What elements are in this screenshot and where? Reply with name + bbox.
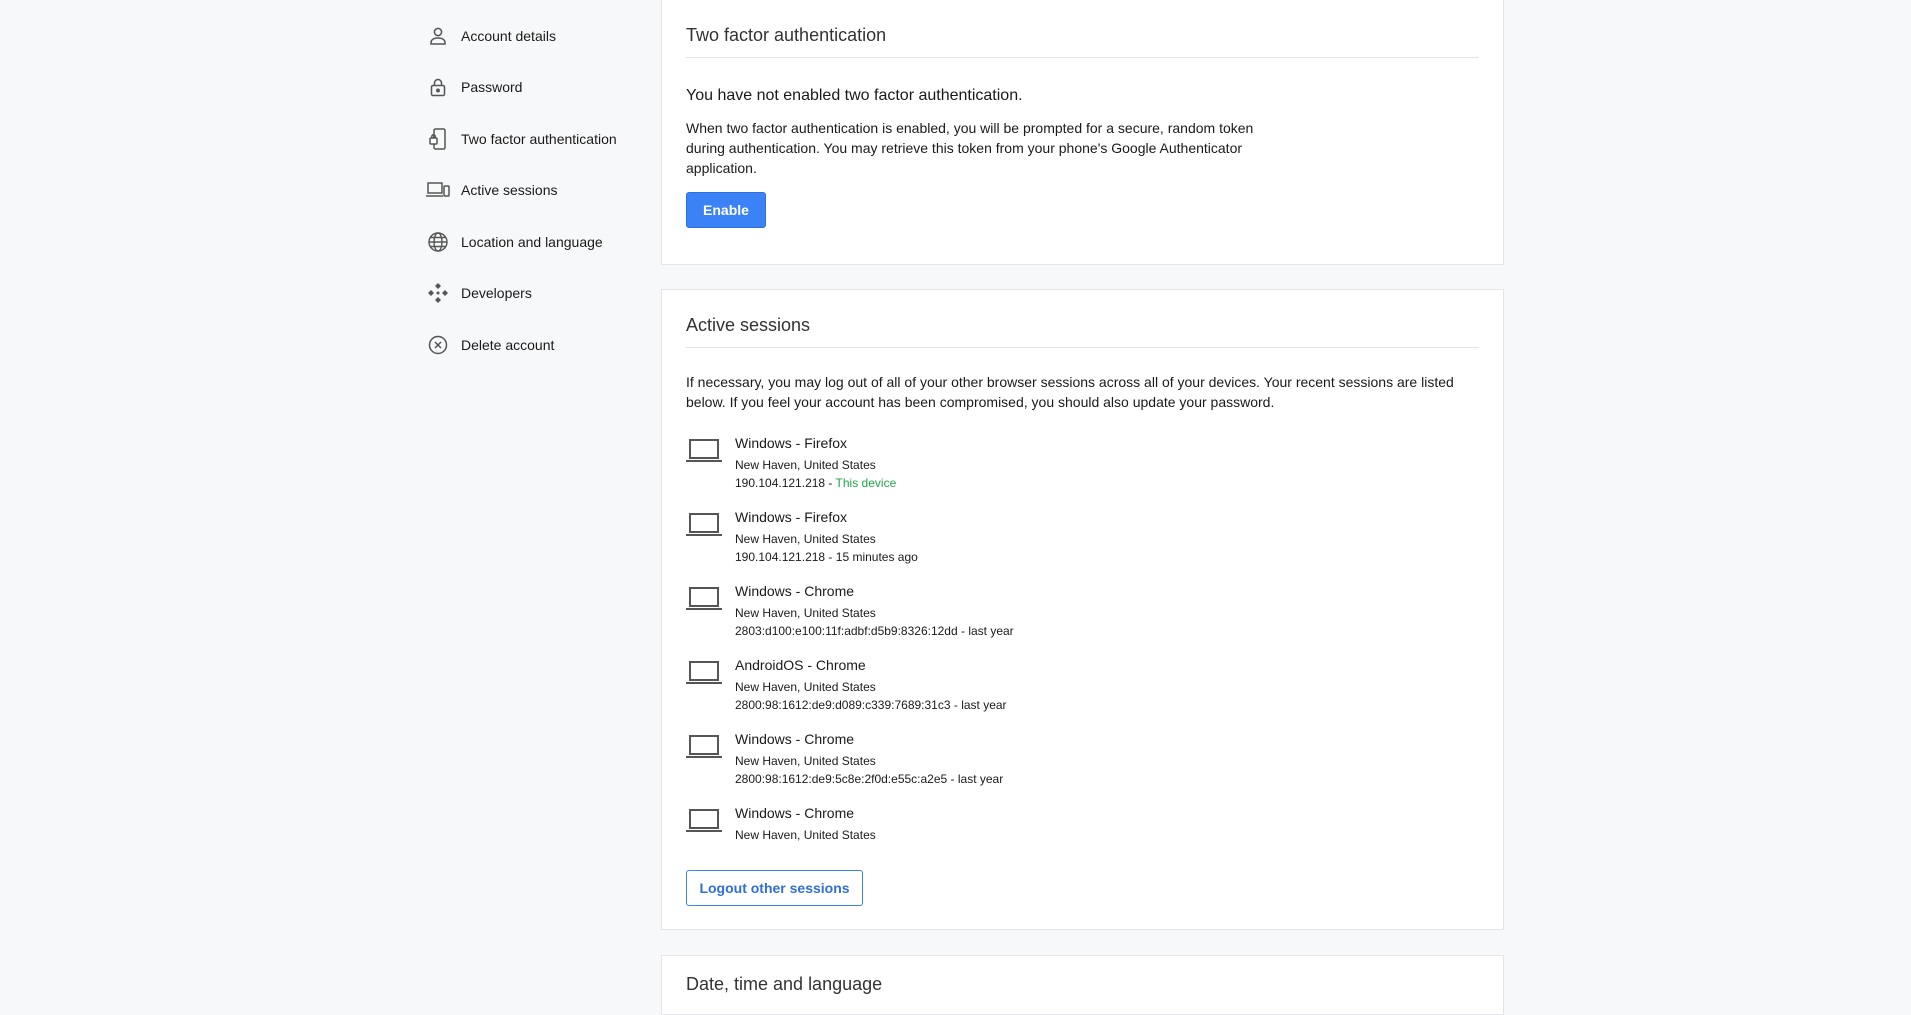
session-device: Windows - Chrome [735,583,855,599]
session-row: Windows - Chrome New Haven, United State… [686,730,1479,804]
session-separator: - [825,550,836,564]
session-location: New Haven, United States [735,458,876,472]
lock-icon [426,75,450,99]
laptop-icon [686,656,722,730]
laptop-icon [686,434,722,508]
session-ip: 2800:98:1612:de9:5c8e:2f0d:e55c:a2e5 [735,772,948,786]
sidebar-item-label: Active sessions [461,182,558,199]
session-device: Windows - Chrome [735,731,855,747]
session-separator: - [957,624,969,638]
session-separator: - [825,476,836,490]
sidebar-item-label: Password [461,79,523,96]
session-ip: 2800:98:1612:de9:d089:c339:7689:31c3 [735,698,951,712]
session-status: This device [835,476,897,490]
sidebar-item-label: Account details [461,27,556,44]
session-ip: 190.104.121.218 [735,476,826,490]
sessions-list[interactable]: Windows - Firefox New Haven, United Stat… [686,434,1479,843]
section-title: Two factor authentication [686,0,1479,58]
active-sessions-description: If necessary, you may log out of all of … [686,374,1454,410]
sidebar-item-active-sessions[interactable]: Active sessions [426,165,656,217]
session-ip: 2803:d100:e100:11f:adbf:d5b9:8326:12dd [735,624,958,638]
session-location: New Haven, United States [735,606,876,620]
two-factor-card: Two factor authentication You have not e… [661,0,1504,265]
sidebar-item-delete-account[interactable]: Delete account [426,319,656,371]
sidebar-item-account-details[interactable]: Account details [426,10,656,62]
session-status: 15 minutes ago [835,550,918,564]
two-factor-status: You have not enabled two factor authenti… [686,87,1023,104]
sidebar-item-label: Location and language [461,233,603,250]
two-factor-description: When two factor authentication is enable… [686,120,1254,176]
session-device: Windows - Firefox [735,509,848,525]
session-location: New Haven, United States [735,680,876,694]
laptop-icon [686,508,722,582]
session-location: New Haven, United States [735,828,876,842]
globe-icon [426,230,450,254]
session-device: AndroidOS - Chrome [735,657,866,673]
person-icon [426,24,450,48]
session-status: last year [968,624,1014,638]
section-title: Date, time and language [686,974,883,994]
session-row: AndroidOS - Chrome New Haven, United Sta… [686,656,1479,730]
session-row: Windows - Chrome New Haven, United State… [686,804,1479,843]
session-row: Windows - Firefox New Haven, United Stat… [686,508,1479,582]
enable-button[interactable]: Enable [686,192,766,228]
sidebar-item-two-factor[interactable]: Two factor authentication [426,113,656,165]
session-row: Windows - Firefox New Haven, United Stat… [686,434,1479,508]
session-status: last year [961,698,1007,712]
session-row: Windows - Chrome New Haven, United State… [686,582,1479,656]
session-device: Windows - Firefox [735,435,848,451]
sidebar-item-label: Developers [461,285,532,302]
section-title: Active sessions [686,290,1479,348]
session-separator: - [947,772,958,786]
session-device: Windows - Chrome [735,805,855,821]
datetime-card: Date, time and language [661,955,1504,1015]
close-circle-icon [426,333,450,357]
devices-icon [426,178,450,202]
laptop-icon [686,730,722,804]
logout-other-sessions-button[interactable]: Logout other sessions [686,870,863,906]
session-location: New Haven, United States [735,532,876,546]
laptop-icon [686,582,722,656]
session-ip: 190.104.121.218 [735,550,826,564]
laptop-icon [686,804,722,843]
phone-lock-icon [426,127,450,151]
session-status: last year [957,772,1004,786]
developers-icon [426,281,450,305]
sidebar-item-label: Two factor authentication [461,130,617,147]
active-sessions-card: Active sessions If necessary, you may lo… [661,289,1504,930]
sidebar-item-password[interactable]: Password [426,62,656,114]
session-location: New Haven, United States [735,754,876,768]
settings-sidebar: Account details Password Two factor auth… [426,10,656,371]
sidebar-item-location-language[interactable]: Location and language [426,216,656,268]
sidebar-item-label: Delete account [461,336,555,353]
session-separator: - [950,698,962,712]
sidebar-item-developers[interactable]: Developers [426,268,656,320]
